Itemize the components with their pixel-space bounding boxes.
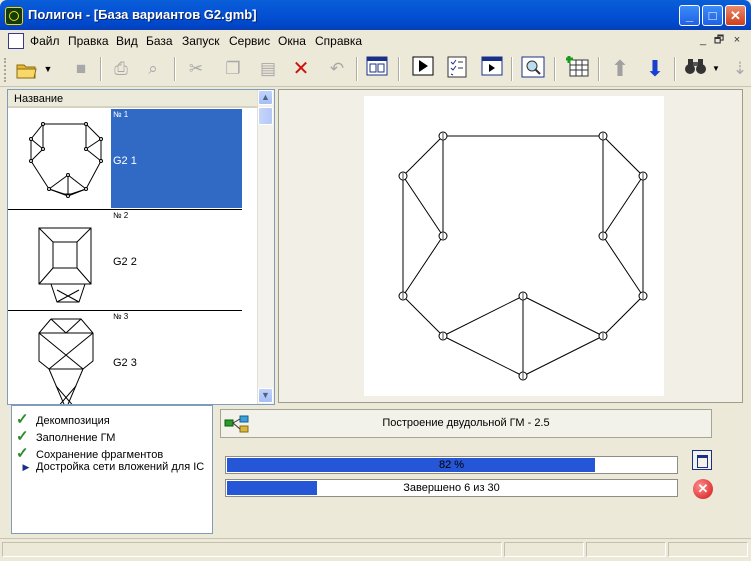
toolbar-separator: [554, 57, 556, 81]
step-label: Декомпозиция: [36, 415, 110, 427]
mdi-close-button[interactable]: ×: [730, 33, 744, 47]
toolbar-separator: [174, 57, 176, 81]
graph-thumbnail: [38, 318, 94, 404]
step-item: ▶ Достройка сети вложений для IC: [16, 461, 205, 473]
zoom-icon[interactable]: [520, 56, 546, 82]
variants-list: Название № 1 G2 1 № 2 G2 2 № 3 G2 3 ▲ ▼: [7, 89, 275, 405]
variant-name: G2 2: [113, 256, 137, 268]
progress-text: Завершено 6 из 30: [403, 482, 500, 494]
toolbar-grip[interactable]: [4, 58, 9, 82]
move-up-icon[interactable]: ⬆: [607, 56, 633, 82]
scroll-up-icon[interactable]: ▲: [258, 90, 273, 105]
add-grid-icon[interactable]: [565, 56, 591, 82]
more-icon[interactable]: ⇣: [730, 56, 750, 82]
graph-drawing-area[interactable]: [364, 96, 664, 396]
layout-icon[interactable]: [364, 56, 390, 82]
list-scrollbar[interactable]: ▲ ▼: [257, 90, 274, 404]
window-title: Полигон - [База вариантов G2.gmb]: [28, 7, 257, 22]
maximize-button[interactable]: □: [702, 5, 723, 26]
show-window-button[interactable]: [692, 450, 712, 470]
toolbar-separator: [100, 57, 102, 81]
status-box: Построение двудольной ГМ - 2.5: [220, 409, 712, 438]
checklist-icon[interactable]: [444, 56, 470, 82]
dropdown-arrow-icon[interactable]: ▼: [711, 56, 721, 82]
toolbar-separator: [398, 57, 400, 81]
move-down-icon[interactable]: ⬇: [642, 56, 668, 82]
variant-number: № 3: [113, 312, 129, 321]
dropdown-arrow-icon[interactable]: ▼: [42, 56, 54, 82]
app-icon[interactable]: [5, 7, 23, 25]
close-button[interactable]: ✕: [725, 5, 746, 26]
print-preview-icon[interactable]: ⌕: [140, 56, 166, 82]
window-play-icon[interactable]: [479, 56, 505, 82]
list-item[interactable]: № 2 G2 2: [8, 210, 242, 311]
toolbar: ▼ ■ ⎙ ⌕ ✂ ❐ ▤ ✕ ↶ ⬆ ⬇ ▼ ⇣: [0, 52, 751, 87]
steps-list: ✓ Декомпозиция ✓ Заполнение ГМ ✓ Сохранение…: [11, 405, 213, 534]
toolbar-separator: [511, 57, 513, 81]
status-bar-cell: [2, 542, 502, 557]
cancel-process-button[interactable]: ✕: [693, 479, 713, 499]
step-item: ✓ Заполнение ГМ: [16, 427, 115, 445]
menu-database[interactable]: База: [146, 34, 173, 48]
graph-thumbnail: [29, 122, 103, 198]
copy-icon[interactable]: ❐: [220, 56, 246, 82]
save-icon[interactable]: ■: [68, 56, 94, 82]
title-bar: Полигон - [База вариантов G2.gmb] _ □ ✕: [0, 0, 751, 30]
paste-icon[interactable]: ▤: [255, 56, 281, 82]
scroll-thumb[interactable]: [258, 107, 273, 125]
check-icon: ✓: [16, 445, 29, 462]
step-label: Достройка сети вложений для IC: [36, 461, 205, 473]
menu-help[interactable]: Справка: [315, 34, 362, 48]
mdi-restore-button[interactable]: 🗗: [712, 33, 726, 47]
scroll-down-icon[interactable]: ▼: [258, 388, 273, 403]
print-icon[interactable]: ⎙: [108, 56, 134, 82]
progress-bar-count: Завершено 6 из 30: [225, 479, 678, 497]
variant-number: № 2: [113, 211, 129, 220]
toolbar-separator: [674, 57, 676, 81]
list-item[interactable]: № 1 G2 1: [8, 109, 242, 210]
menu-view[interactable]: Вид: [116, 34, 138, 48]
run-icon[interactable]: [410, 56, 436, 82]
step-label: Сохранение фрагментов: [36, 449, 164, 461]
document-icon[interactable]: [8, 33, 24, 49]
delete-icon[interactable]: ✕: [288, 56, 314, 82]
current-step-arrow-icon: ▶: [22, 462, 30, 472]
minimize-button[interactable]: _: [679, 5, 700, 26]
progress-bar-percent: 82 %: [225, 456, 678, 474]
step-label: Заполнение ГМ: [36, 432, 116, 444]
menu-file[interactable]: Файл: [30, 34, 60, 48]
variant-name: G2 3: [113, 357, 137, 369]
network-process-icon: [224, 415, 249, 433]
open-folder-icon[interactable]: [14, 56, 40, 82]
status-text: Построение двудольной ГМ - 2.5: [382, 417, 550, 429]
list-item[interactable]: № 3 G2 3: [8, 311, 242, 404]
check-icon: ✓: [16, 411, 29, 428]
menu-bar: Файл Правка Вид База Запуск Сервис Окна …: [0, 30, 751, 53]
menu-windows[interactable]: Окна: [278, 34, 306, 48]
status-bar: [0, 538, 751, 561]
binoculars-icon[interactable]: [683, 56, 709, 82]
menu-run[interactable]: Запуск: [182, 34, 220, 48]
check-icon: ✓: [16, 428, 29, 445]
variant-name: G2 1: [113, 155, 137, 167]
mdi-minimize-button[interactable]: _: [696, 33, 710, 47]
toolbar-separator: [356, 57, 358, 81]
graph-thumbnail: [38, 227, 92, 303]
status-bar-cell: [668, 542, 748, 557]
graph-canvas[interactable]: [278, 89, 743, 403]
column-header-name[interactable]: Название: [8, 90, 257, 108]
menu-edit[interactable]: Правка: [68, 34, 109, 48]
cut-icon[interactable]: ✂: [183, 56, 209, 82]
status-bar-cell: [586, 542, 666, 557]
progress-text: 82 %: [438, 459, 465, 471]
menu-service[interactable]: Сервис: [229, 34, 270, 48]
graph-diagram: [398, 131, 648, 381]
status-bar-cell: [504, 542, 584, 557]
undo-icon[interactable]: ↶: [324, 56, 350, 82]
step-item: ✓ Декомпозиция: [16, 410, 110, 428]
step-item: ✓ Сохранение фрагментов: [16, 444, 163, 462]
toolbar-separator: [598, 57, 600, 81]
variant-number: № 1: [113, 110, 129, 119]
